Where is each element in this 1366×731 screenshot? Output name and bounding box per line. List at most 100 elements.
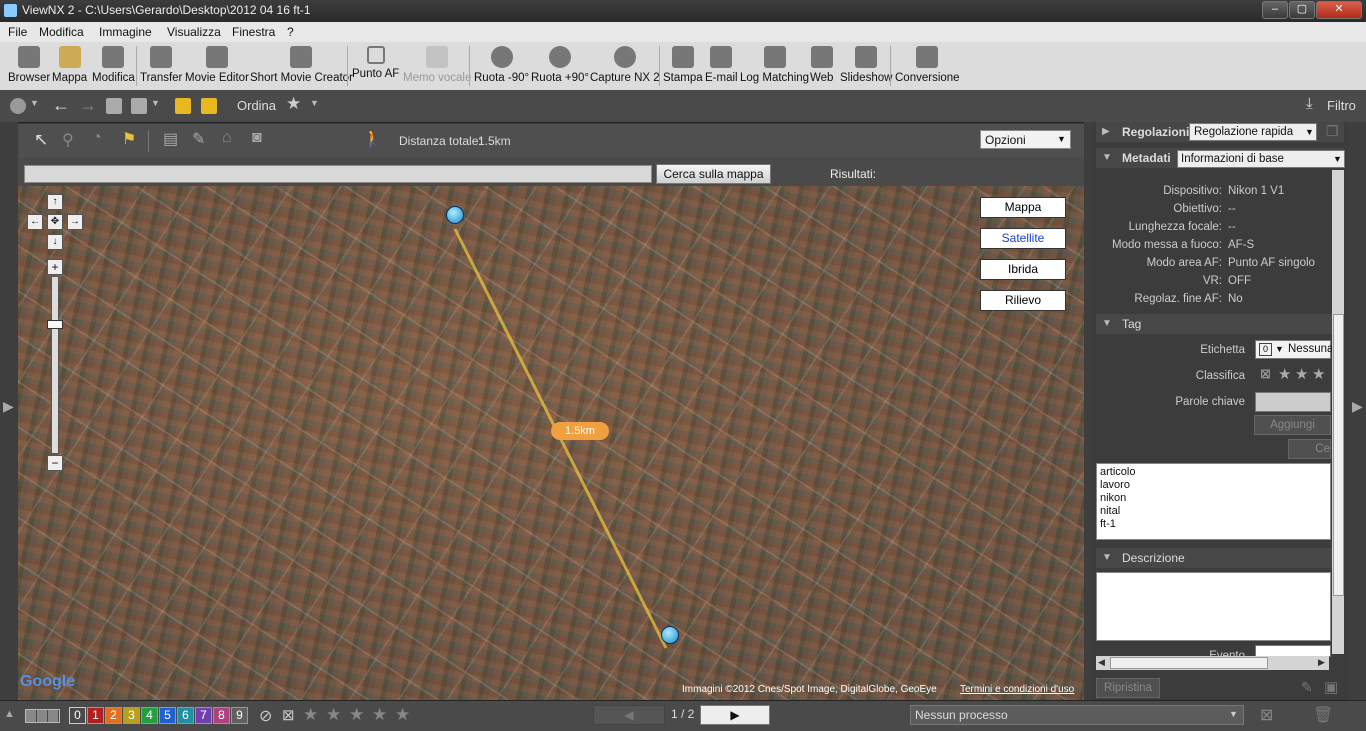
add-keyword-button[interactable]: Aggiungi — [1254, 415, 1331, 435]
cancel-process-icon[interactable]: ⊠ — [1260, 705, 1273, 725]
scroll-right-icon[interactable]: ▶ — [1318, 657, 1325, 668]
rating-star-icon[interactable]: ★ — [326, 705, 341, 725]
map-type-ibrida-button[interactable]: Ibrida — [980, 259, 1066, 280]
menu-visualizza[interactable]: Visualizza — [167, 25, 221, 39]
menu-help[interactable]: ? — [287, 25, 294, 39]
toolbar-conversione-button[interactable]: Conversione — [895, 44, 960, 84]
edit-history-icon[interactable]: ✎ — [1301, 679, 1313, 696]
process-dropdown[interactable]: Nessun processo ▼ — [910, 705, 1244, 725]
layers-icon[interactable]: ▤ — [163, 129, 178, 149]
label-8-button[interactable]: 8 — [213, 707, 230, 724]
menu-immagine[interactable]: Immagine — [99, 25, 152, 39]
reject-icon[interactable]: ⊠ — [282, 706, 295, 724]
etichetta-dropdown[interactable]: 0 ▼ Nessuna — [1255, 340, 1333, 359]
label-7-button[interactable]: 7 — [195, 707, 212, 724]
clear-label-icon[interactable]: ⊘ — [259, 706, 272, 726]
label-3-button[interactable]: 3 — [123, 707, 140, 724]
map-pin-end[interactable] — [661, 626, 679, 644]
toolbar-short-movie-button[interactable]: Short Movie Creator — [250, 44, 353, 84]
toolbar-ruota-right-button[interactable]: Ruota +90° — [531, 44, 589, 84]
wrench-icon[interactable]: ✎ — [192, 129, 205, 149]
reject-icon[interactable]: ⊠ — [1260, 366, 1271, 382]
rating-filter-star-icon[interactable]: ★ — [286, 94, 301, 114]
rating-star-icon[interactable]: ★ — [303, 705, 318, 725]
expand-left-icon[interactable]: ▶ — [3, 398, 14, 415]
forward-arrow-icon[interactable]: → — [79, 95, 97, 116]
zoom-slider-track[interactable] — [51, 276, 59, 454]
home-icon[interactable]: ⌂ — [222, 129, 232, 147]
rating-star-icon[interactable]: ★ — [1312, 365, 1325, 383]
toolbar-modifica-button[interactable]: Modifica — [92, 44, 135, 84]
rating-star-icon[interactable]: ★ — [395, 705, 410, 725]
expand-right-icon[interactable]: ▶ — [1352, 398, 1363, 415]
trash-icon[interactable]: 🗑 — [1313, 705, 1333, 725]
camera-folder-icon[interactable] — [201, 98, 217, 114]
rating-star-icon[interactable]: ★ — [1278, 365, 1291, 383]
compass-tool-icon[interactable]: ◔ — [92, 129, 102, 147]
toolbar-movie-editor-button[interactable]: Movie Editor — [185, 44, 249, 84]
toolbar-email-button[interactable]: E-mail — [705, 44, 738, 84]
toolbar-log-matching-button[interactable]: Log Matching — [740, 44, 809, 84]
rating-star-icon[interactable]: ★ — [349, 705, 364, 725]
film-strip-icon[interactable] — [25, 709, 60, 723]
terms-link[interactable]: Termini e condizioni d'uso — [960, 684, 1074, 695]
tag-section-header[interactable]: ▼ Tag — [1096, 314, 1344, 334]
label-4-button[interactable]: 4 — [141, 707, 158, 724]
keyword-input[interactable] — [1255, 392, 1331, 412]
toolbar-transfer-button[interactable]: Transfer — [140, 44, 182, 84]
toolbar-browser-button[interactable]: Browser — [8, 44, 50, 84]
label-2-button[interactable]: 2 — [105, 707, 122, 724]
pan-right-button[interactable]: → — [67, 214, 83, 230]
panel-hscrollbar-thumb[interactable] — [1110, 657, 1268, 669]
metadati-dropdown[interactable]: Informazioni di base ▼ — [1177, 150, 1345, 168]
panel-scrollbar[interactable] — [1332, 170, 1344, 654]
regolazioni-dropdown[interactable]: Regolazione rapida ▼ — [1189, 123, 1317, 141]
scroll-left-icon[interactable]: ◀ — [1098, 657, 1105, 668]
keywords-list[interactable]: articolo lavoro nikon nital ft-1 — [1096, 463, 1331, 540]
label-1-button[interactable]: 1 — [87, 707, 104, 724]
label-9-button[interactable]: 9 — [231, 707, 248, 724]
chevron-down-icon[interactable]: ▼ — [310, 98, 319, 108]
label-0-button[interactable]: 0 — [69, 707, 86, 724]
toolbar-slideshow-button[interactable]: Slideshow — [840, 44, 892, 84]
zoom-slider-handle[interactable] — [47, 320, 63, 329]
folder-menu-icon[interactable] — [131, 98, 147, 114]
keyword-item[interactable]: articolo — [1100, 466, 1327, 479]
toolbar-mappa-button[interactable]: Mappa — [52, 44, 87, 84]
zoom-out-button[interactable]: − — [47, 455, 63, 471]
options-dropdown[interactable]: Opzioni ▼ — [980, 130, 1071, 149]
menu-finestra[interactable]: Finestra — [232, 25, 275, 39]
toolbar-punto-af-button[interactable]: Punto AF — [352, 44, 399, 80]
pan-center-button[interactable]: ✥ — [47, 214, 63, 230]
toolbar-capture-nx-button[interactable]: Capture NX 2 — [590, 44, 660, 84]
copy-settings-icon[interactable]: ❐ — [1326, 123, 1339, 140]
keyword-item[interactable]: nikon — [1100, 492, 1327, 505]
pointer-tool-icon[interactable]: ↖ — [34, 130, 48, 150]
pan-down-button[interactable]: ↓ — [47, 234, 63, 250]
previous-page-button[interactable]: ◀ — [593, 705, 665, 725]
map-type-mappa-button[interactable]: Mappa — [980, 197, 1066, 218]
map-pin-start[interactable] — [446, 206, 464, 224]
pan-left-button[interactable]: ← — [27, 214, 43, 230]
pin-tool-icon[interactable]: ⚲ — [62, 130, 74, 150]
pan-up-button[interactable]: ↑ — [47, 194, 63, 210]
toolbar-web-button[interactable]: Web — [810, 44, 833, 84]
folder-up-icon[interactable] — [106, 98, 122, 114]
search-map-button[interactable]: Cerca sulla mappa — [656, 164, 771, 184]
map-type-satellite-button[interactable]: Satellite — [980, 228, 1066, 249]
filter-button[interactable]: Filtro — [1327, 98, 1356, 113]
panel-hscrollbar[interactable]: ◀ ▶ — [1096, 656, 1329, 670]
label-5-button[interactable]: 5 — [159, 707, 176, 724]
photo-locate-icon[interactable]: ◙ — [252, 129, 262, 147]
satellite-map[interactable]: 1.5km ↑ ← ✥ → ↓ + − Mappa Satellite Ibri… — [18, 186, 1084, 700]
back-arrow-icon[interactable]: ← — [52, 95, 70, 116]
menu-modifica[interactable]: Modifica — [39, 25, 84, 39]
workspace-icon[interactable] — [10, 98, 26, 114]
map-search-input[interactable] — [24, 165, 652, 183]
delete-keyword-button[interactable]: Ce — [1288, 439, 1331, 459]
download-icon[interactable]: ⤓ — [1306, 95, 1313, 112]
toolbar-ruota-left-button[interactable]: Ruota -90° — [474, 44, 529, 84]
toolbar-stampa-button[interactable]: Stampa — [663, 44, 703, 84]
label-6-button[interactable]: 6 — [177, 707, 194, 724]
sort-label[interactable]: Ordina — [237, 98, 276, 113]
